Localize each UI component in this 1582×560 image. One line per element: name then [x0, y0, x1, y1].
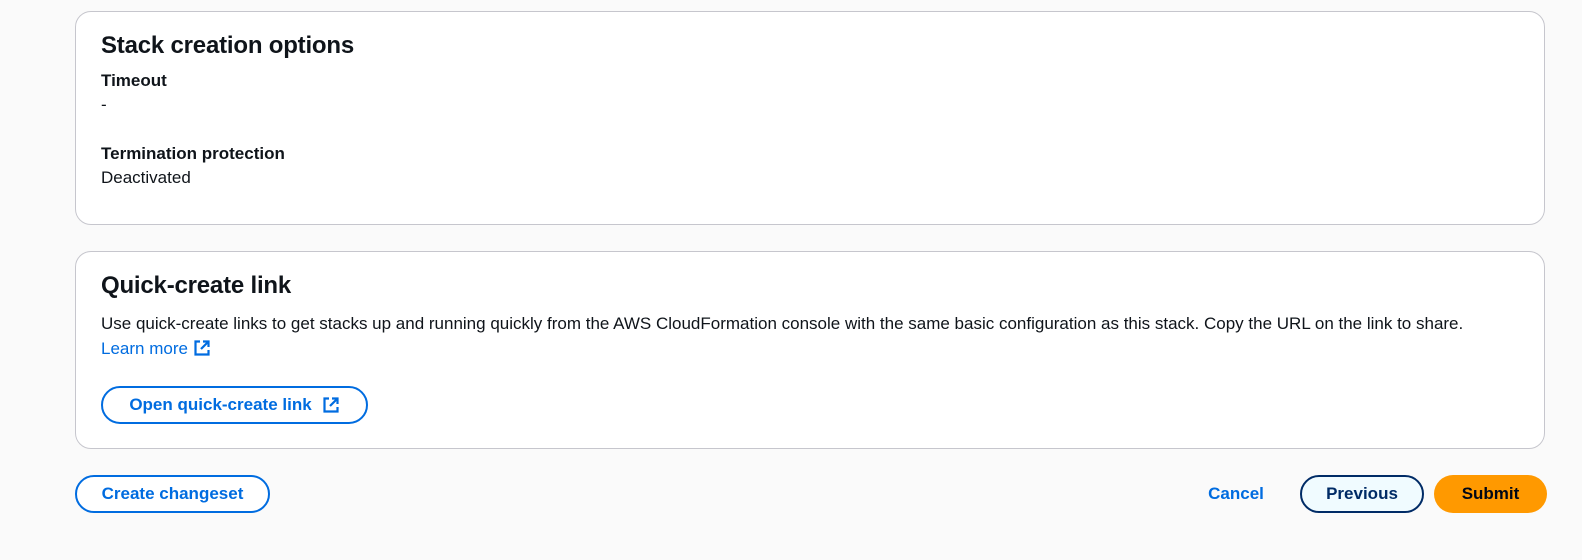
timeout-value: - [101, 95, 107, 114]
learn-more-link[interactable]: Learn more [101, 339, 211, 358]
quick-create-link-card: Quick-create link Use quick-create links… [75, 251, 1545, 449]
learn-more-label: Learn more [101, 339, 188, 358]
external-link-icon [194, 340, 210, 356]
timeout-field: Timeout - [101, 69, 1519, 117]
external-link-icon [323, 397, 339, 413]
quick-create-link-title: Quick-create link [101, 272, 292, 299]
termination-protection-field: Termination protection Deactivated [101, 142, 1519, 190]
timeout-label: Timeout [101, 71, 167, 90]
previous-button[interactable]: Previous [1300, 475, 1424, 513]
stack-creation-options-title: Stack creation options [101, 32, 354, 59]
create-changeset-button[interactable]: Create changeset [75, 475, 270, 513]
quick-create-description: Use quick-create links to get stacks up … [101, 311, 1511, 361]
open-quick-create-link-label: Open quick-create link [129, 395, 312, 414]
quick-create-description-text: Use quick-create links to get stacks up … [101, 314, 1464, 333]
submit-button[interactable]: Submit [1434, 475, 1547, 513]
termination-protection-label: Termination protection [101, 144, 285, 163]
stack-creation-options-card: Stack creation options Timeout - Termina… [75, 11, 1545, 225]
cancel-button[interactable]: Cancel [1192, 475, 1280, 513]
open-quick-create-link-button[interactable]: Open quick-create link [101, 386, 368, 424]
termination-protection-value: Deactivated [101, 168, 191, 187]
